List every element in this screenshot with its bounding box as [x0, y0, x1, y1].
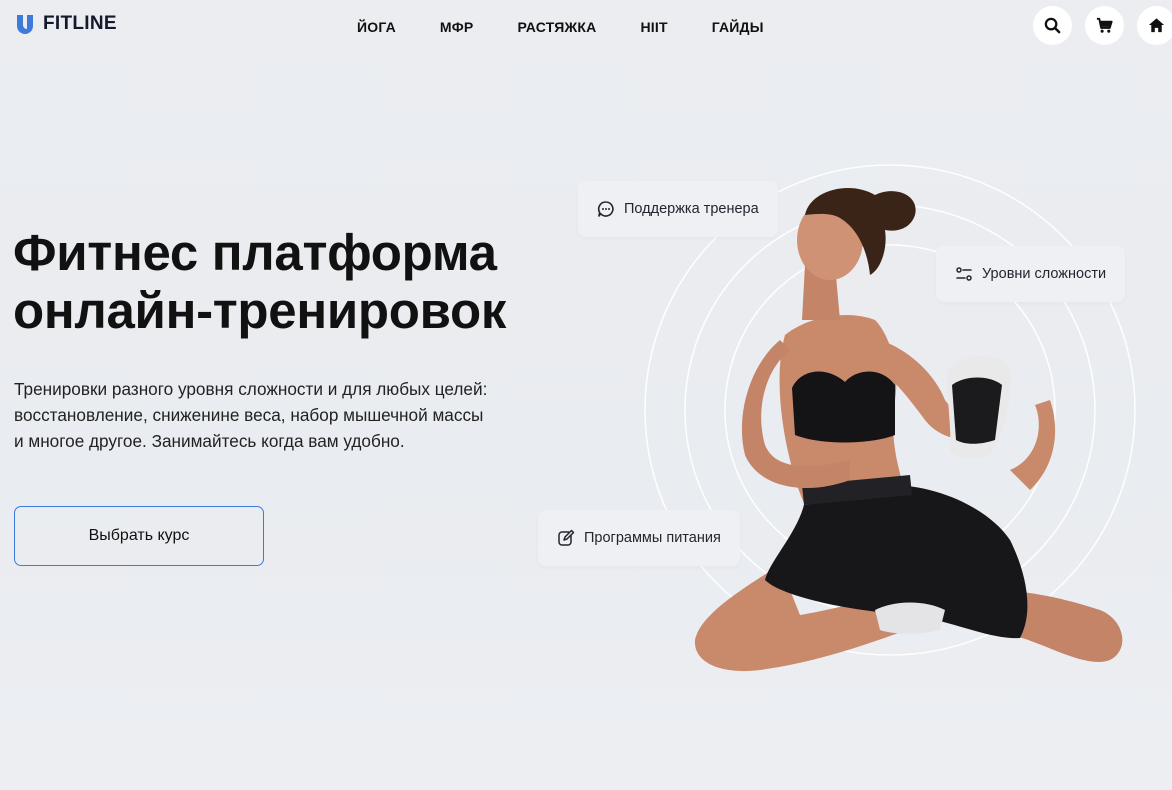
hero-description-line: восстановление, сниженине веса, набор мы… — [14, 405, 484, 425]
hero-title: Фитнес платформа онлайн-тренировок — [13, 224, 573, 340]
nav-item-hiit[interactable]: HIIT — [640, 19, 667, 35]
header-actions — [1033, 6, 1172, 45]
logo-mark-icon — [17, 15, 33, 34]
sliders-icon — [956, 267, 972, 281]
nav-item-yoga[interactable]: ЙОГА — [357, 19, 396, 35]
feature-chip-support: Поддержка тренера — [578, 181, 778, 237]
landing-page: FITLINE ЙОГА МФР РАСТЯЖКА HIIT ГАЙДЫ Фит… — [0, 0, 1172, 790]
hero-title-line: онлайн-тренировок — [13, 282, 507, 339]
search-button[interactable] — [1033, 6, 1072, 45]
cart-button[interactable] — [1085, 6, 1124, 45]
chat-icon — [597, 201, 614, 217]
nav-item-guides[interactable]: ГАЙДЫ — [712, 19, 764, 35]
logo-text: FITLINE — [43, 13, 117, 34]
main-nav: ЙОГА МФР РАСТЯЖКА HIIT ГАЙДЫ — [357, 19, 764, 35]
logo[interactable]: FITLINE — [14, 13, 117, 35]
hero-description-line: и многое другое. Занимайтесь когда вам у… — [14, 431, 405, 451]
home-icon — [1148, 18, 1165, 33]
feature-chip-label: Программы питания — [584, 530, 721, 546]
hero-description: Тренировки разного уровня сложности и дл… — [14, 376, 554, 454]
nav-item-stretching[interactable]: РАСТЯЖКА — [517, 19, 596, 35]
search-icon — [1044, 17, 1061, 34]
home-button[interactable] — [1137, 6, 1172, 45]
feature-chip-levels: Уровни сложности — [936, 246, 1126, 302]
nav-item-mfr[interactable]: МФР — [440, 19, 474, 35]
edit-icon — [558, 529, 575, 546]
hero-title-line: Фитнес платформа — [13, 224, 497, 281]
feature-chip-label: Поддержка тренера — [624, 201, 759, 217]
hero-description-line: Тренировки разного уровня сложности и дл… — [14, 379, 488, 399]
cart-icon — [1096, 17, 1113, 33]
feature-chip-nutrition: Программы питания — [538, 510, 740, 566]
choose-course-button[interactable]: Выбрать курс — [14, 506, 264, 566]
feature-chip-label: Уровни сложности — [982, 266, 1107, 282]
